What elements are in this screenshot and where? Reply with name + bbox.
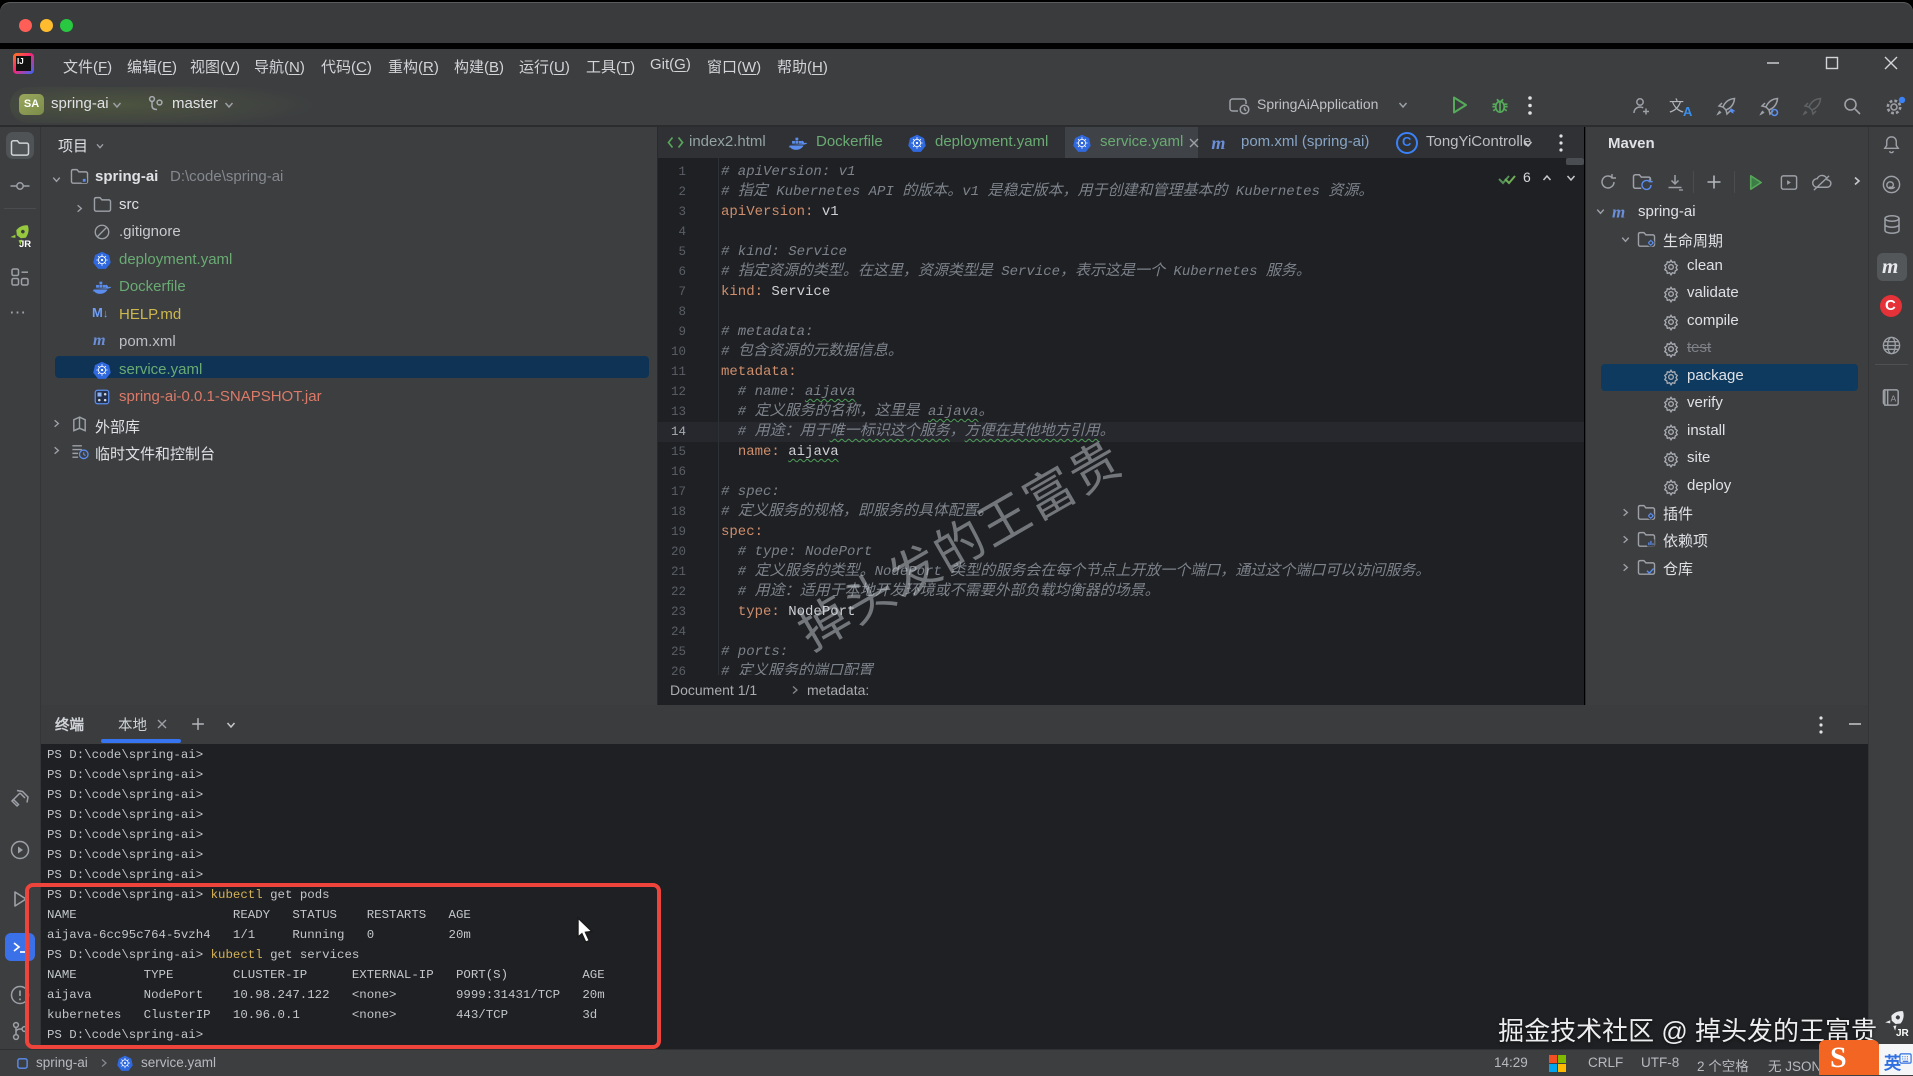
svg-text:m: m — [1211, 135, 1225, 152]
svg-text:JR: JR — [1896, 1028, 1910, 1039]
svg-text:JR: JR — [19, 239, 31, 250]
svg-text:A: A — [1891, 393, 1897, 403]
svg-text:m: m — [1612, 204, 1625, 221]
